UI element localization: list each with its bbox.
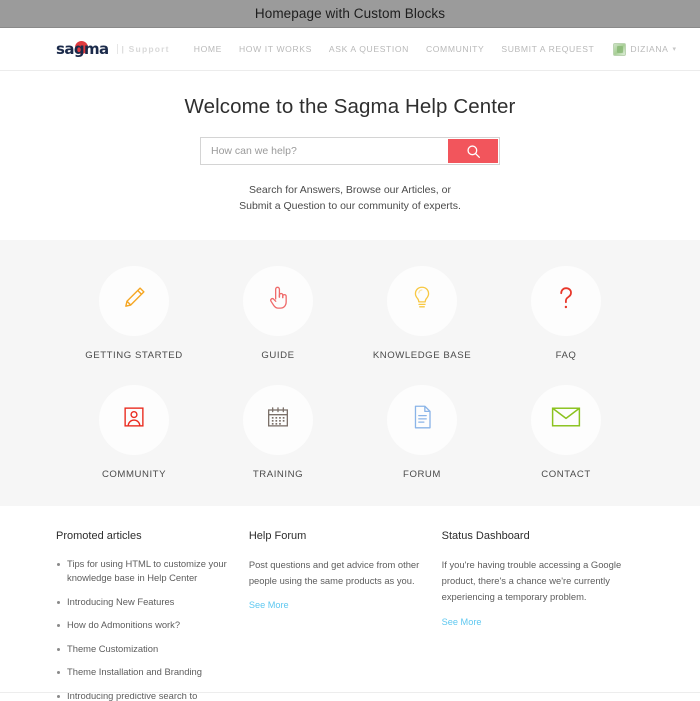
status-dashboard-title: Status Dashboard <box>441 529 530 542</box>
calendar-icon <box>264 403 292 436</box>
status-dashboard-block: Status Dashboard If you're having troubl… <box>442 530 644 701</box>
search-button[interactable] <box>448 139 498 163</box>
nav-item-ask-a-question[interactable]: ASK A QUESTION <box>329 44 409 54</box>
category-label: COMMUNITY <box>101 468 167 480</box>
logo-text: sagma <box>56 39 109 58</box>
category-label: TRAINING <box>252 468 304 480</box>
nav-item-community[interactable]: COMMUNITY <box>426 44 484 54</box>
hero-subtitle-line-1: Search for Answers, Browse our Articles,… <box>249 184 451 196</box>
hero-subtitle-line-2: Submit a Question to our community of ex… <box>239 200 461 213</box>
help-forum-title: Help Forum <box>248 529 307 542</box>
page-body: sagma | Support HOME HOW IT WORKS ASK A … <box>0 28 700 701</box>
list-item[interactable]: How do Admonitions work? <box>56 618 231 633</box>
window-title: Homepage with Custom Blocks <box>254 6 446 21</box>
category-icon-circle <box>99 265 169 336</box>
help-forum-see-more-link[interactable]: See More <box>249 600 289 610</box>
lightbulb-icon <box>409 283 435 318</box>
custom-blocks-section: Promoted articles Tips for using HTML to… <box>0 506 700 701</box>
category-icon-circle <box>243 265 313 336</box>
user-menu[interactable]: DIZIANA ▾ <box>613 42 676 56</box>
search-icon <box>466 144 481 159</box>
brand-logo-link[interactable]: sagma | Support <box>56 40 170 58</box>
categories-section: GETTING STARTED GUIDE KNOWLEDGE BASE FAQ… <box>0 239 700 506</box>
category-label: FAQ <box>555 349 577 361</box>
user-avatar-icon <box>613 42 627 56</box>
category-getting-started[interactable]: GETTING STARTED <box>62 265 206 361</box>
help-forum-text: Post questions and get advice from other… <box>248 558 420 586</box>
page-title: Welcome to the Sagma Help Center <box>184 95 516 118</box>
user-frame-icon <box>120 403 148 436</box>
category-row-2: COMMUNITY TRAINING FORUM CONTACT <box>0 384 700 480</box>
category-training[interactable]: TRAINING <box>206 384 350 480</box>
logo-subtitle: | Support <box>116 44 170 54</box>
nav-item-home[interactable]: HOME <box>194 44 222 54</box>
document-icon <box>410 402 435 437</box>
site-header: sagma | Support HOME HOW IT WORKS ASK A … <box>0 28 700 71</box>
category-label: KNOWLEDGE BASE <box>372 349 472 361</box>
category-icon-circle <box>387 265 457 336</box>
user-name-label: DIZIANA <box>630 44 669 54</box>
sagma-logo: sagma <box>56 40 109 58</box>
status-see-more-link[interactable]: See More <box>442 617 482 627</box>
category-icon-circle <box>531 265 601 336</box>
main-navigation: HOME HOW IT WORKS ASK A QUESTION COMMUNI… <box>194 42 676 56</box>
hero-section: Welcome to the Sagma Help Center Search … <box>0 71 700 240</box>
list-item[interactable]: Tips for using HTML to customize your kn… <box>56 557 231 586</box>
category-icon-circle <box>387 384 457 455</box>
category-label: FORUM <box>403 468 441 480</box>
list-item[interactable]: Theme Installation and Branding <box>56 665 231 680</box>
promoted-articles-block: Promoted articles Tips for using HTML to… <box>56 530 249 701</box>
question-mark-icon <box>553 282 579 319</box>
category-label: GETTING STARTED <box>85 349 183 361</box>
chevron-down-icon: ▾ <box>672 45 676 53</box>
category-forum[interactable]: FORUM <box>350 384 494 480</box>
help-forum-block: Help Forum Post questions and get advice… <box>249 530 442 701</box>
category-faq[interactable]: FAQ <box>494 265 638 361</box>
nav-item-how-it-works[interactable]: HOW IT WORKS <box>239 44 312 54</box>
nav-item-submit-a-request[interactable]: SUBMIT A REQUEST <box>501 44 594 54</box>
category-icon-circle <box>243 384 313 455</box>
category-row-1: GETTING STARTED GUIDE KNOWLEDGE BASE FAQ <box>0 265 700 361</box>
hero-subtitle: Search for Answers, Browse our Articles,… <box>0 182 700 215</box>
list-item[interactable]: Introducing predictive search to enhance… <box>56 689 231 701</box>
pointing-hand-icon <box>264 283 292 318</box>
search-bar <box>200 137 500 165</box>
list-item[interactable]: Theme Customization <box>56 642 231 657</box>
window-titlebar: Homepage with Custom Blocks <box>0 0 700 28</box>
category-label: GUIDE <box>261 349 295 361</box>
category-icon-circle <box>99 384 169 455</box>
envelope-icon <box>550 405 582 434</box>
promoted-articles-title: Promoted articles <box>56 529 142 542</box>
promoted-articles-list: Tips for using HTML to customize your kn… <box>56 557 231 701</box>
category-label: CONTACT <box>541 468 591 480</box>
category-guide[interactable]: GUIDE <box>206 265 350 361</box>
category-knowledge-base[interactable]: KNOWLEDGE BASE <box>350 265 494 361</box>
category-contact[interactable]: CONTACT <box>494 384 638 480</box>
category-icon-circle <box>531 384 601 455</box>
pencil-icon <box>119 283 149 318</box>
category-community[interactable]: COMMUNITY <box>62 384 206 480</box>
search-input[interactable] <box>201 138 448 164</box>
status-dashboard-text: If you're having trouble accessing a Goo… <box>441 558 622 603</box>
footer-divider <box>0 692 700 693</box>
list-item[interactable]: Introducing New Features <box>56 595 231 610</box>
